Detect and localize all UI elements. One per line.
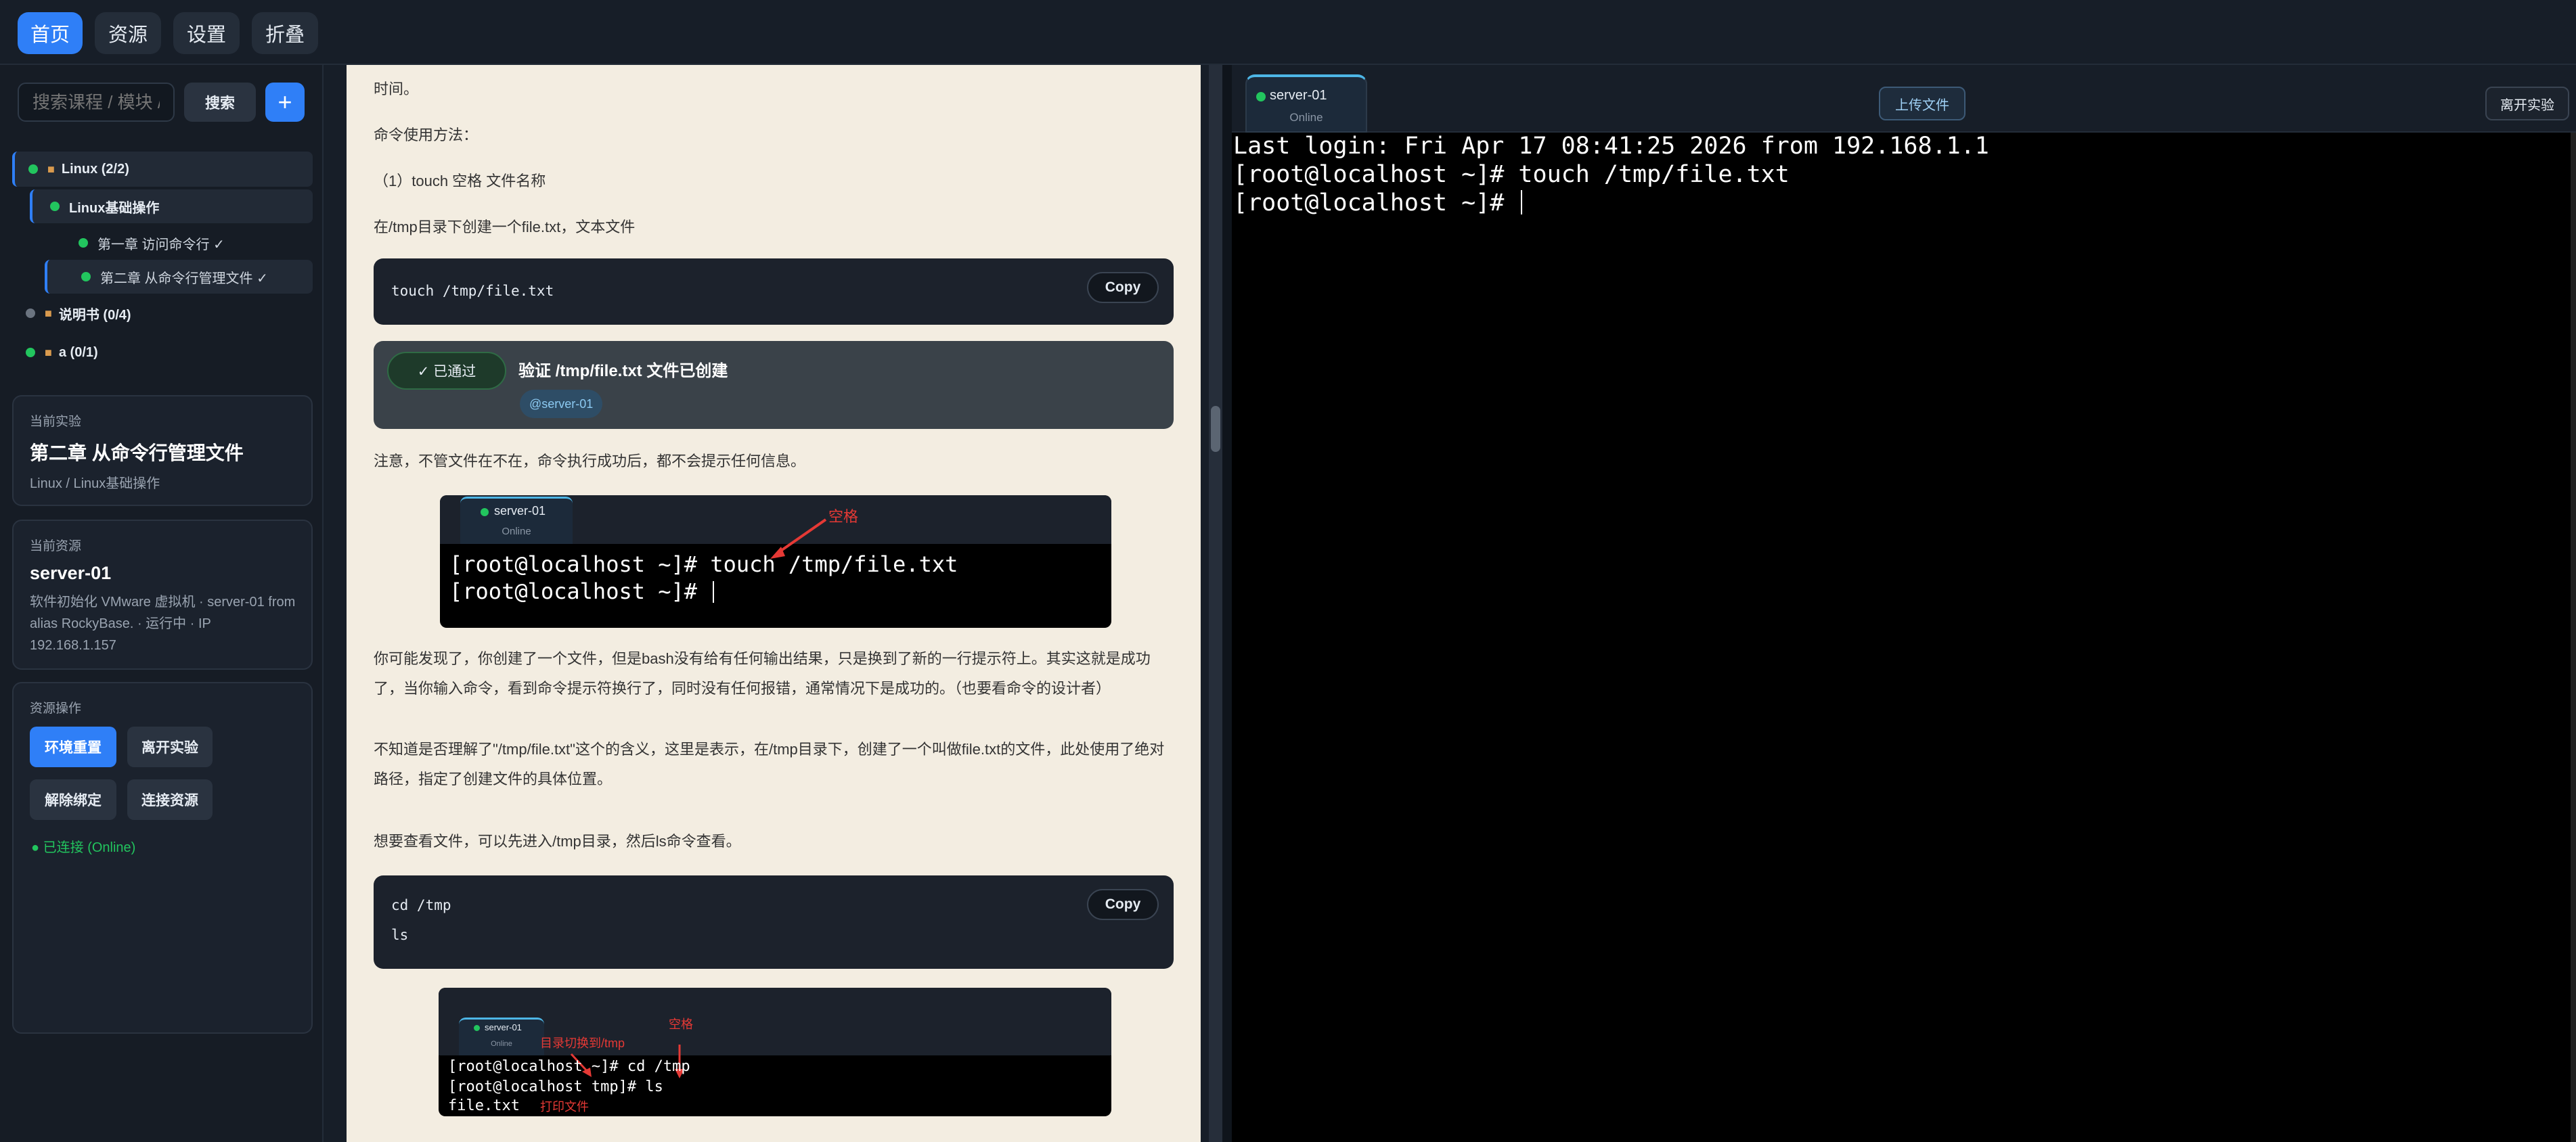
tree-chapter-1[interactable]: 第一章 访问命令行 ✓ <box>65 226 313 260</box>
verify-title: 验证 /tmp/file.txt 文件已创建 <box>518 362 728 380</box>
pane-divider[interactable] <box>1222 65 1232 1142</box>
tree-course-manual[interactable]: ■ 说明书 (0/4) <box>12 296 313 330</box>
terminal-header: server-01 Online 上传文件 离开实验 <box>1232 65 2576 133</box>
terminal-line: [root@localhost ~]# <box>1233 189 1523 216</box>
card-label: 资源操作 <box>30 702 82 716</box>
doc-paragraph: 命令使用方法： <box>374 127 479 143</box>
status-dot-icon <box>474 1025 480 1031</box>
tree-course-linux[interactable]: ■ Linux (2/2) <box>12 152 313 187</box>
doc-paragraph: 在/tmp目录下创建一个file.txt，文本文件 <box>374 219 636 235</box>
terminal-scrollbar[interactable] <box>2571 133 2576 1142</box>
verify-server-tag: @server-01 <box>520 390 603 418</box>
verify-pass-button[interactable]: ✓ 已通过 <box>387 352 506 390</box>
copy-button[interactable]: Copy <box>1087 889 1159 920</box>
upload-file-button[interactable]: 上传文件 <box>1879 87 1966 120</box>
resource-ops-card: 资源操作 环境重置 离开实验 解除绑定 连接资源 ● 已连接 (Online) <box>12 682 313 1034</box>
nav-settings-button[interactable]: 设置 <box>173 12 240 54</box>
search-button[interactable]: 搜索 <box>184 83 256 122</box>
status-dot-icon <box>26 348 35 357</box>
card-label: 当前资源 <box>30 539 82 553</box>
annotation-label: 空格 <box>828 508 859 525</box>
connection-status: ● 已连接 (Online) <box>31 840 136 855</box>
lesson-document: 时间。 命令使用方法： （1）touch 空格 文件名称 在/tmp目录下创建一… <box>347 65 1201 1142</box>
screenshot-image: server-01 Online 空格 [root@localhost ~]# … <box>440 495 1111 628</box>
doc-paragraph: 注意，不管文件在不在，命令执行成功后，都不会提示任何信息。 <box>374 453 806 470</box>
doc-gutter <box>1201 65 1209 1142</box>
nav-resources-button[interactable]: 资源 <box>95 12 161 54</box>
status-dot-icon <box>481 508 489 516</box>
terminal-line: Last login: Fri Apr 17 08:41:25 2026 fro… <box>1233 133 1989 160</box>
annotation-label: 打印文件 <box>540 1100 589 1114</box>
env-reset-button[interactable]: 环境重置 <box>30 727 116 767</box>
screenshot-image: server-01 Online 目录切换到/tmp 空格 [root@loca… <box>439 988 1111 1116</box>
current-lab-title: 第二章 从命令行管理文件 <box>30 442 244 463</box>
status-dot-icon <box>28 164 38 174</box>
embedded-terminal-line: [root@localhost ~]# touch /tmp/file.txt <box>449 551 958 577</box>
package-icon: ■ <box>47 162 55 176</box>
status-dot-icon <box>79 238 88 248</box>
connect-resource-button[interactable]: 连接资源 <box>127 779 213 820</box>
code-text: cd /tmp <box>391 897 451 913</box>
current-resource-card: 当前资源 server-01 软件初始化 VMware 虚拟机 · server… <box>12 520 313 670</box>
embedded-terminal-line: file.txt <box>448 1097 520 1114</box>
embedded-terminal-line: [root@localhost tmp]# ls <box>448 1078 663 1095</box>
top-nav: 首页 资源 设置 折叠 <box>0 0 2576 65</box>
tree-chapter-2[interactable]: 第二章 从命令行管理文件 ✓ <box>45 260 313 294</box>
doc-paragraph: 你可能发现了，你创建了一个文件，但是bash没有给有任何输出结果，只是换到了新的… <box>374 650 1151 697</box>
code-text: touch /tmp/file.txt <box>391 283 554 299</box>
status-dot-icon <box>26 309 35 318</box>
doc-paragraph: （1）touch 空格 文件名称 <box>374 173 546 189</box>
doc-paragraph: 时间。 <box>374 81 419 97</box>
card-label: 当前实验 <box>30 415 82 429</box>
terminal-cursor <box>1521 190 1523 214</box>
resource-description: 软件初始化 VMware 虚拟机 · server-01 from alias … <box>30 595 296 653</box>
embedded-tab: server-01 Online <box>460 497 573 544</box>
unbind-button[interactable]: 解除绑定 <box>30 779 116 820</box>
embedded-terminal-line: [root@localhost ~]# <box>449 578 715 605</box>
resource-name: server-01 <box>30 563 112 583</box>
terminal-tab-name: server-01 <box>1270 88 1327 103</box>
verification-box: ✓ 已通过 验证 /tmp/file.txt 文件已创建 @server-01 <box>374 341 1174 429</box>
status-dot-icon <box>1256 92 1266 101</box>
status-dot-icon <box>81 272 91 281</box>
leave-lab-button[interactable]: 离开实验 <box>127 727 213 767</box>
code-block: touch /tmp/file.txt Copy <box>374 258 1174 325</box>
current-lab-card: 当前实验 第二章 从命令行管理文件 Linux / Linux基础操作 <box>12 395 313 506</box>
code-text: ls <box>391 927 409 943</box>
doc-gutter <box>324 65 347 1142</box>
package-icon: ■ <box>45 306 52 320</box>
add-button[interactable]: + <box>265 83 305 122</box>
terminal-tab-server-01[interactable]: server-01 Online <box>1245 74 1367 133</box>
course-search-input[interactable] <box>18 83 175 122</box>
leave-lab-button[interactable]: 离开实验 <box>2485 87 2569 120</box>
terminal-line: [root@localhost ~]# touch /tmp/file.txt <box>1233 161 1790 188</box>
embedded-tab: server-01 Online <box>459 1018 544 1055</box>
doc-scrollbar-thumb[interactable] <box>1211 406 1220 452</box>
tree-course-a[interactable]: ■ a (0/1) <box>12 336 313 369</box>
nav-home-button[interactable]: 首页 <box>18 12 83 54</box>
terminal-screen[interactable]: Last login: Fri Apr 17 08:41:25 2026 fro… <box>1232 133 2576 1142</box>
copy-button[interactable]: Copy <box>1087 272 1159 303</box>
annotation-label: 空格 <box>669 1018 693 1031</box>
embedded-terminal-line: [root@localhost ~]# cd /tmp <box>448 1058 690 1075</box>
sidebar: 搜索 + ■ Linux (2/2) Linux基础操作 第一章 访问命令行 ✓… <box>0 65 324 1142</box>
code-block: cd /tmp ls Copy <box>374 875 1174 969</box>
doc-paragraph: 想要查看文件，可以先进入/tmp目录，然后ls命令查看。 <box>374 833 741 850</box>
doc-scrollbar[interactable] <box>1209 65 1222 1142</box>
package-icon: ■ <box>45 345 52 359</box>
terminal-tab-status: Online <box>1289 111 1323 124</box>
current-lab-path: Linux / Linux基础操作 <box>30 476 160 491</box>
doc-paragraph: 不知道是否理解了"/tmp/file.txt"这个的含义，这里是表示，在/tmp… <box>374 741 1165 787</box>
status-dot-icon <box>50 202 60 211</box>
tree-module-linux-basics[interactable]: Linux基础操作 <box>30 189 313 223</box>
nav-collapse-button[interactable]: 折叠 <box>252 12 318 54</box>
